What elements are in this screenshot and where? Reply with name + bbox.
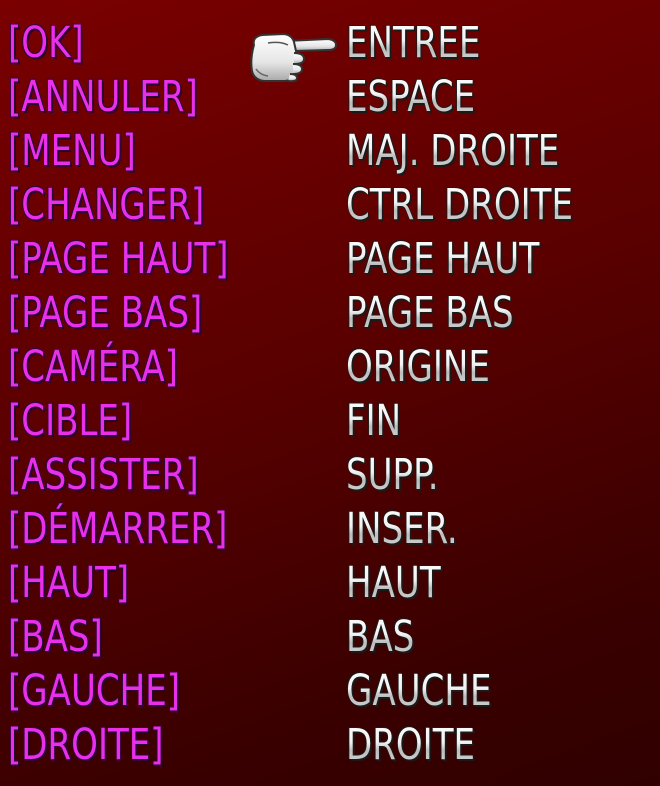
binding-row-assister[interactable]: [ASSISTER] SUPP. bbox=[0, 448, 660, 502]
key-label: PAGE BAS bbox=[346, 288, 514, 338]
key-label: GAUCHE bbox=[346, 666, 492, 716]
binding-row-gauche[interactable]: [GAUCHE] GAUCHE bbox=[0, 664, 660, 718]
key-binding-list: [OK] ENTREE [ANNULER] ESPACE [MENU] MAJ.… bbox=[0, 16, 660, 772]
key-label: HAUT bbox=[346, 558, 441, 608]
binding-row-droite[interactable]: [DROITE] DROITE bbox=[0, 718, 660, 772]
key-label: INSER. bbox=[346, 504, 458, 554]
action-label: [PAGE BAS] bbox=[8, 288, 203, 338]
key-label: SUPP. bbox=[346, 450, 439, 500]
key-label: MAJ. DROITE bbox=[346, 126, 560, 176]
binding-row-changer[interactable]: [CHANGER] CTRL DROITE bbox=[0, 178, 660, 232]
action-label: [GAUCHE] bbox=[8, 666, 181, 716]
pointing-hand-icon bbox=[250, 33, 337, 83]
action-label: [OK] bbox=[8, 18, 84, 68]
key-label: ENTREE bbox=[346, 18, 481, 68]
action-label: [ASSISTER] bbox=[8, 450, 199, 500]
action-label: [CAMÉRA] bbox=[8, 342, 178, 392]
action-label: [DÉMARRER] bbox=[8, 504, 228, 554]
binding-row-page-haut[interactable]: [PAGE HAUT] PAGE HAUT bbox=[0, 232, 660, 286]
binding-row-cible[interactable]: [CIBLE] FIN bbox=[0, 394, 660, 448]
binding-row-menu[interactable]: [MENU] MAJ. DROITE bbox=[0, 124, 660, 178]
binding-row-camera[interactable]: [CAMÉRA] ORIGINE bbox=[0, 340, 660, 394]
key-label: PAGE HAUT bbox=[346, 234, 541, 284]
action-label: [PAGE HAUT] bbox=[8, 234, 229, 284]
key-config-screen: { "bindings": [ {"action": "[OK]", "key"… bbox=[0, 0, 660, 786]
binding-row-bas[interactable]: [BAS] BAS bbox=[0, 610, 660, 664]
action-label: [DROITE] bbox=[8, 720, 164, 770]
key-label: BAS bbox=[346, 612, 415, 662]
binding-row-demarrer[interactable]: [DÉMARRER] INSER. bbox=[0, 502, 660, 556]
action-label: [BAS] bbox=[8, 612, 103, 662]
action-label: [CIBLE] bbox=[8, 396, 133, 446]
binding-row-haut[interactable]: [HAUT] HAUT bbox=[0, 556, 660, 610]
key-label: DROITE bbox=[346, 720, 475, 770]
action-label: [HAUT] bbox=[8, 558, 130, 608]
key-label: FIN bbox=[346, 396, 402, 446]
action-label: [CHANGER] bbox=[8, 180, 205, 230]
binding-row-page-bas[interactable]: [PAGE BAS] PAGE BAS bbox=[0, 286, 660, 340]
key-label: CTRL DROITE bbox=[346, 180, 573, 230]
action-label: [MENU] bbox=[8, 126, 136, 176]
key-label: ORIGINE bbox=[346, 342, 490, 392]
action-label: [ANNULER] bbox=[8, 72, 198, 122]
key-label: ESPACE bbox=[346, 72, 476, 122]
